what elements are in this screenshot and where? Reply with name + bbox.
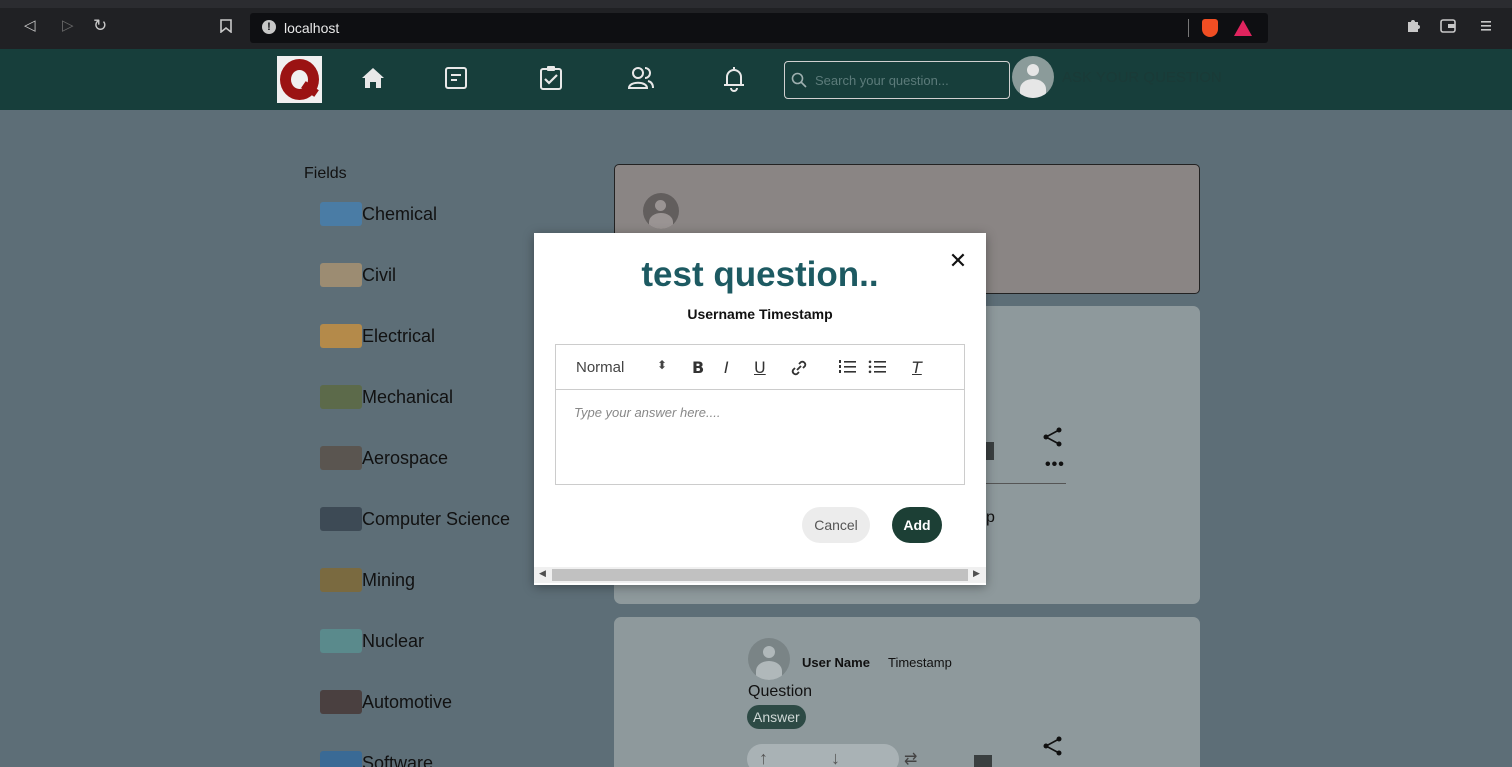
search-box[interactable]: [784, 61, 1010, 99]
wallet-icon[interactable]: [1440, 19, 1456, 33]
bullet-list-icon[interactable]: [868, 359, 886, 381]
editor-toolbar: Normal ⬍ B I U T: [556, 345, 964, 390]
home-icon[interactable]: [358, 63, 388, 93]
answer-modal: test question.. ✕ Username Timestamp Nor…: [534, 233, 986, 585]
forward-icon[interactable]: ▷: [62, 17, 74, 35]
address-bar-divider: [1188, 19, 1189, 37]
app-logo[interactable]: [277, 56, 322, 103]
browser-toolbar: ◁ ▷ ↻ ! localhost: [0, 0, 1512, 49]
clear-format-button[interactable]: T: [912, 356, 922, 378]
add-answer-button[interactable]: Add: [892, 507, 942, 543]
scroll-left-icon[interactable]: ◀: [539, 568, 546, 579]
bell-icon[interactable]: [719, 63, 749, 93]
back-icon[interactable]: ◁: [24, 17, 36, 35]
answer-textarea[interactable]: Type your answer here....: [556, 391, 964, 485]
brave-rewards-icon[interactable]: [1234, 20, 1252, 36]
bold-button[interactable]: B: [692, 356, 704, 378]
bookmark-icon[interactable]: [220, 19, 232, 33]
feed-icon[interactable]: [441, 63, 471, 93]
cancel-button[interactable]: Cancel: [802, 507, 870, 543]
search-input[interactable]: [815, 71, 1005, 89]
scrollbar-thumb[interactable]: [552, 569, 968, 581]
search-icon: [791, 72, 807, 88]
tab-strip: [0, 0, 1512, 8]
link-icon[interactable]: [790, 359, 808, 381]
header-avatar[interactable]: [1012, 56, 1054, 98]
brave-shields-icon[interactable]: [1202, 19, 1218, 37]
close-icon[interactable]: ✕: [944, 247, 972, 275]
ordered-list-icon[interactable]: [838, 359, 856, 381]
answer-editor: Normal ⬍ B I U T Type your answer here..…: [555, 344, 965, 485]
people-icon[interactable]: [626, 63, 656, 93]
modal-title: test question..: [641, 255, 879, 294]
app-header: ASK YOUR QUESTION: [0, 49, 1512, 110]
horizontal-scrollbar[interactable]: ◀ ▶: [534, 567, 986, 583]
address-bar[interactable]: ! localhost: [250, 13, 1268, 43]
format-select[interactable]: Normal: [576, 359, 624, 376]
url-text: localhost: [284, 20, 340, 36]
extensions-icon[interactable]: [1405, 18, 1421, 34]
modal-meta: Username Timestamp: [687, 306, 833, 322]
underline-button[interactable]: U: [754, 356, 766, 378]
scroll-right-icon[interactable]: ▶: [973, 568, 980, 579]
logo-q-icon: [280, 59, 319, 100]
checklist-icon[interactable]: [536, 63, 566, 93]
ask-question-button[interactable]: ASK YOUR QUESTION: [1062, 69, 1222, 86]
site-info-icon[interactable]: !: [262, 20, 276, 34]
italic-button[interactable]: I: [724, 356, 729, 378]
menu-icon[interactable]: [1480, 19, 1492, 33]
reload-icon[interactable]: ↻: [93, 17, 107, 35]
chevron-updown-icon[interactable]: ⬍: [657, 358, 667, 372]
